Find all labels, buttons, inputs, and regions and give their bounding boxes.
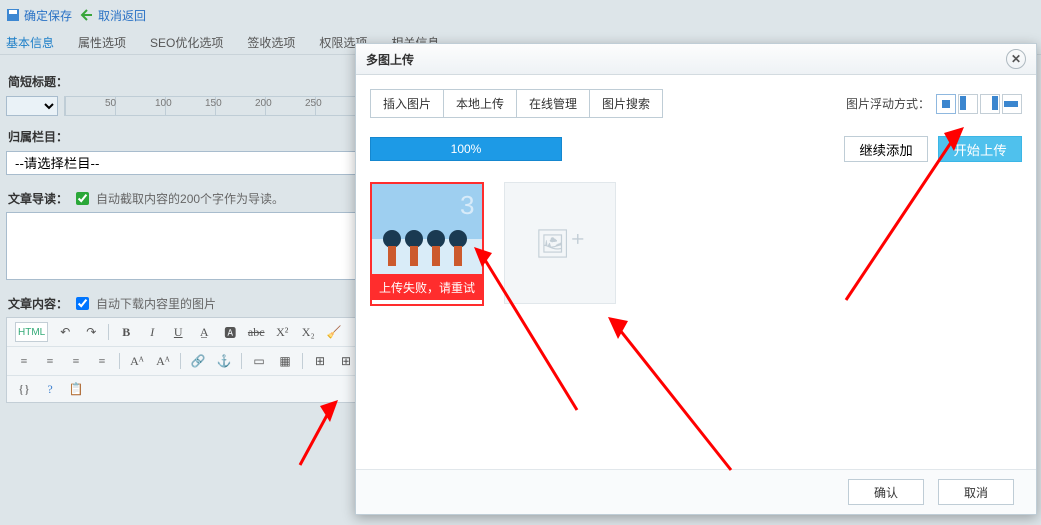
table-icon[interactable]: ▦ <box>276 352 294 370</box>
dialog-cancel-button[interactable]: 取消 <box>938 479 1014 505</box>
tab-basic-info[interactable]: 基本信息 <box>4 32 56 54</box>
save-icon <box>6 8 20 22</box>
cancel-return-button[interactable]: 取消返回 <box>80 7 146 24</box>
insert-row-icon[interactable]: ⊞ <box>311 352 329 370</box>
float-mode-label: 图片浮动方式： <box>846 95 930 112</box>
help-icon[interactable]: ? <box>41 380 59 398</box>
continue-add-button[interactable]: 继续添加 <box>844 136 928 162</box>
upload-progress: 100% <box>370 137 562 161</box>
align-justify-icon[interactable]: ≡ <box>93 352 111 370</box>
thumb-error[interactable]: 3 上传失败，请重试 <box>370 182 484 306</box>
save-label: 确定保存 <box>24 7 72 24</box>
dialog-ok-button[interactable]: 确认 <box>848 479 924 505</box>
insert-col-icon[interactable]: ⊞ <box>337 352 355 370</box>
font-color-icon[interactable]: A̲ <box>195 323 213 341</box>
dialog-tab-online[interactable]: 在线管理 <box>517 90 590 117</box>
dialog-tab-insert[interactable]: 插入图片 <box>371 90 444 117</box>
start-upload-button[interactable]: 开始上传 <box>938 136 1022 162</box>
italic-icon[interactable]: I <box>143 323 161 341</box>
font-size-up-icon[interactable]: Aᴬ <box>128 352 146 370</box>
align-center-icon[interactable]: ≡ <box>41 352 59 370</box>
content-checkbox[interactable] <box>76 297 89 310</box>
float-left-icon[interactable] <box>958 94 978 114</box>
content-checkbox-text: 自动下载内容里的图片 <box>96 295 216 312</box>
tab-sign[interactable]: 签收选项 <box>245 32 297 54</box>
close-icon[interactable]: ✕ <box>1006 49 1026 69</box>
anchor-icon[interactable]: ⚓ <box>215 352 233 370</box>
link-icon[interactable]: 🔗 <box>189 352 207 370</box>
clear-format-icon[interactable]: 🧹 <box>325 323 343 341</box>
annotation-arrow <box>290 400 340 470</box>
underline-icon[interactable]: U <box>169 323 187 341</box>
strike-icon[interactable]: abc <box>247 323 265 341</box>
float-none-icon[interactable] <box>936 94 956 114</box>
annotation-arrow <box>606 315 736 475</box>
align-left-icon[interactable]: ≡ <box>15 352 33 370</box>
dialog-tab-search[interactable]: 图片搜索 <box>590 90 662 117</box>
float-center-icon[interactable] <box>1002 94 1022 114</box>
thumb-placeholder[interactable]: 🖼⁺ <box>504 182 616 304</box>
bold-icon[interactable]: B <box>117 323 135 341</box>
tab-seo[interactable]: SEO优化选项 <box>148 32 225 54</box>
lead-checkbox-text: 自动截取内容的200个字作为导读。 <box>96 190 284 207</box>
hr-icon[interactable]: ▭ <box>250 352 268 370</box>
thumb-image: 3 <box>372 184 482 274</box>
superscript-icon[interactable]: X² <box>273 323 291 341</box>
float-right-icon[interactable] <box>980 94 1000 114</box>
dialog-tab-local[interactable]: 本地上传 <box>444 90 517 117</box>
content-label: 文章内容： <box>8 295 68 312</box>
code-icon[interactable]: {} <box>15 380 33 398</box>
upload-error-text: 上传失败，请重试 <box>372 274 482 300</box>
save-button[interactable]: 确定保存 <box>6 7 72 24</box>
html-source-button[interactable]: HTML <box>15 322 48 342</box>
align-right-icon[interactable]: ≡ <box>67 352 85 370</box>
redo-icon[interactable]: ↷ <box>82 323 100 341</box>
paste-icon[interactable]: 📋 <box>67 380 85 398</box>
image-placeholder-icon: 🖼⁺ <box>535 227 585 260</box>
multi-image-dialog: 多图上传 ✕ 插入图片 本地上传 在线管理 图片搜索 图片浮动方式： <box>355 43 1037 515</box>
back-color-icon[interactable]: 🅰 <box>221 323 239 341</box>
svg-text:3: 3 <box>460 190 474 220</box>
undo-icon[interactable]: ↶ <box>56 323 74 341</box>
lead-checkbox[interactable] <box>76 192 89 205</box>
cancel-return-label: 取消返回 <box>98 7 146 24</box>
subscript-icon[interactable]: X₂ <box>299 323 317 341</box>
back-icon <box>80 8 94 22</box>
short-title-select[interactable] <box>6 96 58 116</box>
tab-attr[interactable]: 属性选项 <box>76 32 128 54</box>
lead-label: 文章导读： <box>8 190 68 207</box>
dialog-title: 多图上传 <box>366 51 414 68</box>
font-size-down-icon[interactable]: Aᴬ <box>154 352 172 370</box>
dialog-tabs: 插入图片 本地上传 在线管理 图片搜索 <box>370 89 663 118</box>
